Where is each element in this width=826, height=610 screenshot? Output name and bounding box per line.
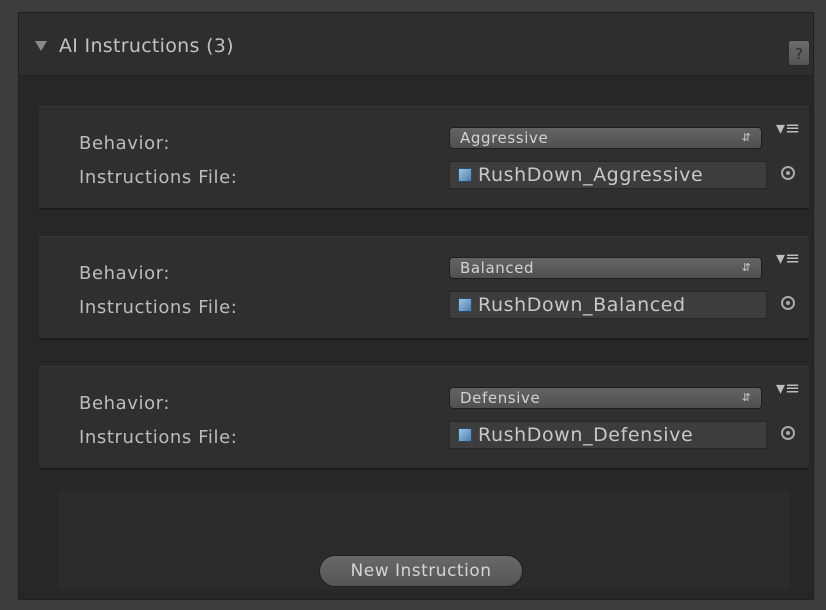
behavior-value: Balanced [460,259,535,277]
context-menu-icon[interactable]: ▾≡ [773,379,803,399]
updown-arrows-icon: ⇵ [741,131,751,144]
instruction-item: Behavior: Balanced ⇵ ▾≡ Instructions Fil… [39,236,809,340]
behavior-value: Aggressive [460,129,549,147]
instructions-file-value: RushDown_Aggressive [478,164,704,186]
object-picker-icon[interactable] [781,166,795,180]
behavior-value: Defensive [460,389,541,407]
behavior-label: Behavior: [79,263,171,284]
panel-header[interactable]: AI Instructions (3) ? [19,13,813,76]
updown-arrows-icon: ⇵ [741,391,751,404]
instructions-file-field[interactable]: RushDown_Aggressive [449,161,767,189]
behavior-label: Behavior: [79,133,171,154]
asset-file-icon [458,428,472,442]
instructions-file-label: Instructions File: [79,297,238,318]
instructions-file-field[interactable]: RushDown_Defensive [449,421,767,449]
editor-window: AI Instructions (3) ? Behavior: Aggressi… [0,0,826,610]
panel-title: AI Instructions (3) [59,35,234,57]
instruction-item: Behavior: Aggressive ⇵ ▾≡ Instructions F… [39,106,809,210]
help-button[interactable]: ? [788,40,810,66]
behavior-dropdown[interactable]: Balanced ⇵ [449,257,762,279]
context-menu-icon[interactable]: ▾≡ [773,119,803,139]
context-menu-icon[interactable]: ▾≡ [773,249,803,269]
instructions-file-value: RushDown_Balanced [478,294,686,316]
instruction-item: Behavior: Defensive ⇵ ▾≡ Instructions Fi… [39,366,809,470]
ai-instructions-panel: AI Instructions (3) ? Behavior: Aggressi… [18,12,814,600]
instructions-file-label: Instructions File: [79,167,238,188]
instructions-file-value: RushDown_Defensive [478,424,694,446]
asset-file-icon [458,298,472,312]
instructions-file-field[interactable]: RushDown_Balanced [449,291,767,319]
behavior-dropdown[interactable]: Aggressive ⇵ [449,127,762,149]
new-instruction-button[interactable]: New Instruction [319,555,523,587]
foldout-triangle-icon[interactable] [35,41,47,51]
object-picker-icon[interactable] [781,426,795,440]
asset-file-icon [458,168,472,182]
behavior-label: Behavior: [79,393,171,414]
object-picker-icon[interactable] [781,296,795,310]
behavior-dropdown[interactable]: Defensive ⇵ [449,387,762,409]
updown-arrows-icon: ⇵ [741,261,751,274]
instructions-file-label: Instructions File: [79,427,238,448]
